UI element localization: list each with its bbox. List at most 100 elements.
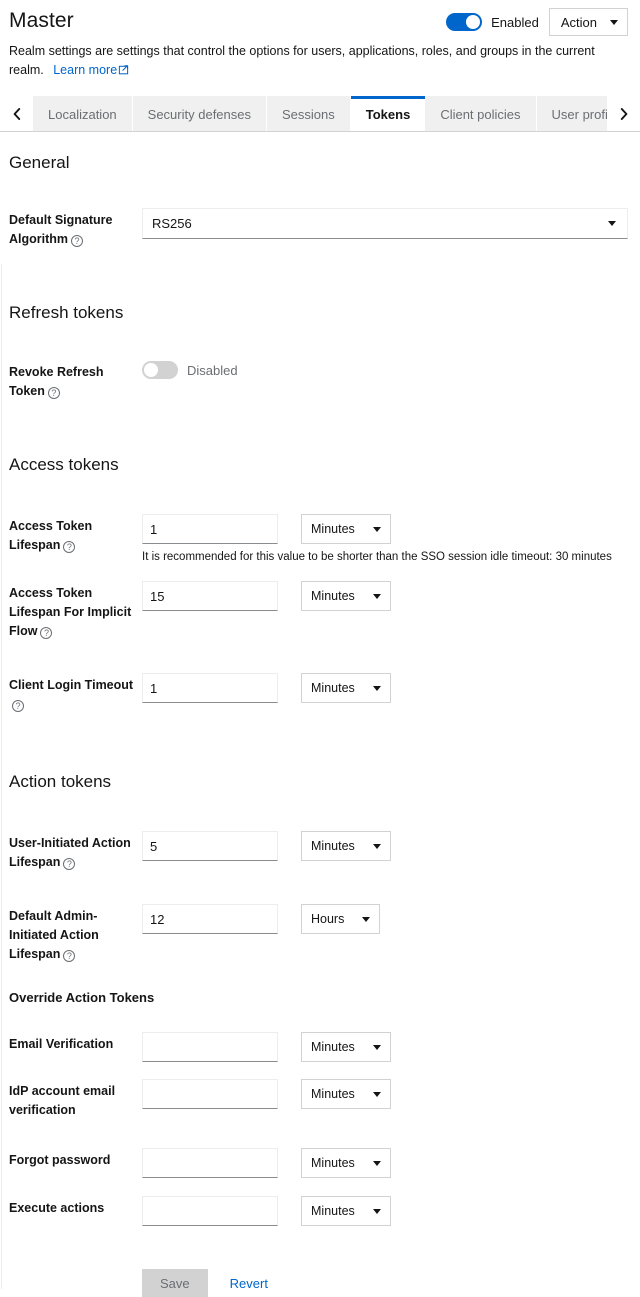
idp-account-email-verification-unit-select[interactable]: Minutes — [301, 1079, 391, 1109]
learn-more-link[interactable]: Learn more — [53, 63, 129, 77]
field-label-text: Access Token Lifespan For Implicit Flow — [9, 586, 131, 638]
field-label: User-Initiated Action Lifespan? — [9, 831, 142, 872]
help-icon[interactable]: ? — [63, 541, 75, 553]
field-label: Email Verification — [9, 1032, 142, 1054]
field-label: Access Token Lifespan? — [9, 514, 142, 555]
tab-label: Sessions — [282, 107, 335, 122]
default-signature-algorithm-select[interactable]: RS256 — [142, 208, 628, 239]
input-unit-group: Hours — [142, 904, 628, 934]
input-unit-group: Minutes — [142, 514, 628, 544]
client-login-timeout-input[interactable] — [142, 673, 278, 703]
field-forgot-password: Forgot password Minutes — [9, 1148, 628, 1178]
forgot-password-input[interactable] — [142, 1148, 278, 1178]
field-control: Minutes — [142, 581, 628, 611]
section-title-action-tokens: Action tokens — [9, 771, 628, 793]
revert-button[interactable]: Revert — [222, 1276, 276, 1291]
field-control: Minutes — [142, 1032, 628, 1062]
tab-list: Localization Security defenses Sessions … — [33, 96, 607, 132]
field-control: Minutes — [142, 673, 628, 703]
section-title-access-tokens: Access tokens — [9, 454, 628, 476]
action-dropdown-label: Action — [561, 15, 597, 30]
tab-client-policies[interactable]: Client policies — [425, 96, 536, 132]
unit-value: Minutes — [311, 839, 355, 853]
field-control: Disabled — [142, 360, 628, 379]
chevron-right-icon — [620, 108, 628, 120]
help-icon[interactable]: ? — [71, 235, 83, 247]
realm-enabled-label: Enabled — [491, 15, 539, 30]
tab-scroll-right-button[interactable] — [607, 96, 640, 132]
default-admin-initiated-action-lifespan-unit-select[interactable]: Hours — [301, 904, 380, 934]
input-unit-group: Minutes — [142, 1196, 628, 1226]
help-icon[interactable]: ? — [12, 700, 24, 712]
tab-tokens[interactable]: Tokens — [351, 96, 426, 132]
access-token-lifespan-input[interactable] — [142, 514, 278, 544]
tab-bar-underline — [0, 131, 640, 132]
default-admin-initiated-action-lifespan-input[interactable] — [142, 904, 278, 934]
email-verification-unit-select[interactable]: Minutes — [301, 1032, 391, 1062]
revoke-refresh-token-toggle[interactable] — [142, 361, 178, 379]
unit-value: Hours — [311, 912, 344, 926]
tab-label: Tokens — [366, 107, 411, 122]
unit-value: Minutes — [311, 681, 355, 695]
access-token-lifespan-implicit-unit-select[interactable]: Minutes — [301, 581, 391, 611]
tab-label: Localization — [48, 107, 117, 122]
realm-enabled-toggle-group[interactable]: Enabled — [446, 13, 539, 31]
forgot-password-unit-select[interactable]: Minutes — [301, 1148, 391, 1178]
access-token-lifespan-implicit-input[interactable] — [142, 581, 278, 611]
access-token-lifespan-unit-select[interactable]: Minutes — [301, 514, 391, 544]
help-icon[interactable]: ? — [63, 858, 75, 870]
tokens-form: General Default Signature Algorithm? RS2… — [0, 152, 640, 1297]
help-icon[interactable]: ? — [63, 950, 75, 962]
unit-value: Minutes — [311, 1040, 355, 1054]
toggle-knob — [466, 15, 480, 29]
field-label: Forgot password — [9, 1148, 142, 1170]
field-control: Minutes — [142, 1079, 628, 1109]
chevron-down-icon — [608, 221, 616, 226]
field-label-text: Client Login Timeout — [9, 678, 133, 692]
toggle-knob — [144, 363, 158, 377]
email-verification-input[interactable] — [142, 1032, 278, 1062]
tab-label: Client policies — [440, 107, 520, 122]
chevron-down-icon — [373, 686, 381, 691]
revoke-refresh-token-toggle-group[interactable]: Disabled — [142, 360, 628, 379]
section-title-general: General — [9, 152, 628, 174]
field-label: Client Login Timeout? — [9, 673, 142, 714]
realm-enabled-toggle[interactable] — [446, 13, 482, 31]
execute-actions-input[interactable] — [142, 1196, 278, 1226]
field-access-token-lifespan-implicit: Access Token Lifespan For Implicit Flow?… — [9, 581, 628, 641]
field-control: Minutes — [142, 831, 628, 861]
chevron-down-icon — [373, 1092, 381, 1097]
tab-security-defenses[interactable]: Security defenses — [133, 96, 267, 132]
user-initiated-action-lifespan-input[interactable] — [142, 831, 278, 861]
tab-localization[interactable]: Localization — [33, 96, 133, 132]
field-revoke-refresh-token: Revoke Refresh Token? Disabled — [9, 360, 628, 401]
action-dropdown-button[interactable]: Action — [549, 8, 628, 36]
tab-bar: Localization Security defenses Sessions … — [0, 96, 640, 132]
field-label: Default Signature Algorithm? — [9, 208, 142, 249]
page-title: Master — [9, 6, 74, 35]
tab-user-profile[interactable]: User profile — [537, 96, 607, 132]
chevron-down-icon — [373, 527, 381, 532]
tab-label: User profile — [552, 107, 607, 122]
execute-actions-unit-select[interactable]: Minutes — [301, 1196, 391, 1226]
idp-account-email-verification-input[interactable] — [142, 1079, 278, 1109]
help-icon[interactable]: ? — [48, 387, 60, 399]
form-left-rule — [1, 264, 2, 1289]
title-row: Master Enabled Action — [9, 6, 628, 36]
field-default-admin-initiated-action-lifespan: Default Admin-Initiated Action Lifespan?… — [9, 904, 628, 964]
unit-value: Minutes — [311, 1204, 355, 1218]
realm-description: Realm settings are settings that control… — [9, 42, 624, 81]
field-default-signature-algorithm: Default Signature Algorithm? RS256 — [9, 208, 628, 249]
help-icon[interactable]: ? — [40, 627, 52, 639]
chevron-down-icon — [610, 20, 618, 25]
input-unit-group: Minutes — [142, 831, 628, 861]
tab-scroll-left-button[interactable] — [0, 96, 33, 132]
field-execute-actions: Execute actions Minutes — [9, 1196, 628, 1226]
input-unit-group: Minutes — [142, 673, 628, 703]
user-initiated-action-lifespan-unit-select[interactable]: Minutes — [301, 831, 391, 861]
input-unit-group: Minutes — [142, 1148, 628, 1178]
client-login-timeout-unit-select[interactable]: Minutes — [301, 673, 391, 703]
chevron-down-icon — [373, 844, 381, 849]
tab-sessions[interactable]: Sessions — [267, 96, 351, 132]
save-button[interactable]: Save — [142, 1269, 208, 1297]
